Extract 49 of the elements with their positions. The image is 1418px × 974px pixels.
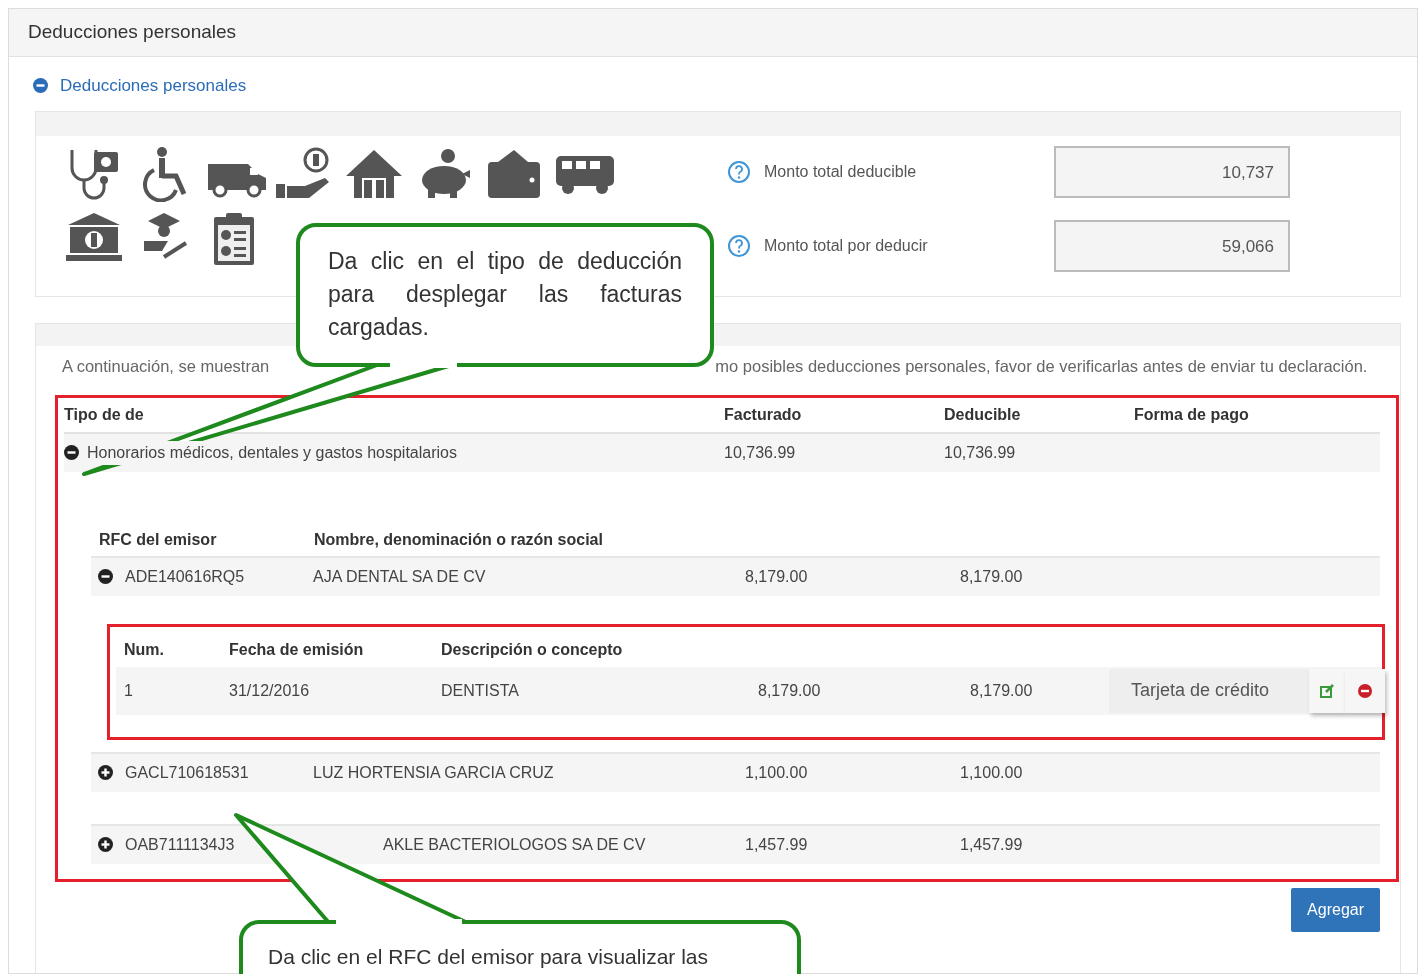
- help-icon[interactable]: [728, 234, 750, 257]
- callout-text: Da clic en el RFC del emisor para visualizar las: [268, 944, 708, 970]
- column-header: Deducible: [944, 404, 1022, 425]
- payment-method: Tarjeta de crédito: [1109, 668, 1309, 713]
- total-field: 59,066: [1054, 219, 1290, 272]
- table-cell-text: LUZ HORTENSIA GARCIA CRUZ: [313, 762, 555, 783]
- table-cell-text: 1,457.99: [960, 834, 1024, 855]
- table-cell-text: AKLE BACTERIOLOGOS SA DE CV: [382, 834, 647, 855]
- column-header: Nombre, denominación o razón social: [314, 529, 603, 550]
- panel-title: Deducciones personales: [9, 9, 1417, 57]
- intro-text: A continuación, se muestran: [62, 356, 270, 375]
- total-label: Monto total deducible: [764, 161, 918, 182]
- column-header: Forma de pago: [1134, 404, 1250, 425]
- column-header: Tipo de de: [64, 404, 145, 425]
- callout-text: Da clic en el tipo de deducción para desplegar las facturas cargadas.: [328, 247, 682, 342]
- issuer-rfc-link[interactable]: OAB7111134J3: [125, 832, 235, 857]
- collapse-icon[interactable]: [98, 569, 113, 584]
- table-cell-text: 1,100.00: [960, 762, 1024, 783]
- column-header: RFC del emisor: [99, 529, 218, 550]
- table-cell-text: 1,457.99: [745, 834, 809, 855]
- table-cell-text: DENTISTA: [441, 680, 520, 701]
- table-cell-text: 10,736.99: [724, 442, 797, 463]
- table-cell-text: 8,179.00: [970, 680, 1034, 701]
- expand-icon[interactable]: [98, 765, 113, 780]
- table-cell-text: 1,100.00: [745, 762, 809, 783]
- section-link[interactable]: Deducciones personales: [60, 73, 247, 99]
- issuer-rfc-link[interactable]: GACL710618531: [125, 760, 249, 785]
- deduction-type-link[interactable]: Honorarios médicos, dentales y gastos hospitalarios: [87, 440, 457, 465]
- column-header: Descripción o concepto: [441, 639, 624, 660]
- column-header: Facturado: [724, 404, 803, 425]
- column-header: Num.: [124, 639, 165, 660]
- table-cell-text: 31/12/2016: [229, 680, 311, 701]
- table-cell-text: 8,179.00: [745, 566, 809, 587]
- table-cell-text: 1: [124, 680, 134, 701]
- add-button[interactable]: Agregar: [1291, 887, 1380, 932]
- delete-icon[interactable]: [1345, 668, 1385, 713]
- table-cell-text: 8,179.00: [758, 680, 822, 701]
- table-cell-text: 8,179.00: [960, 566, 1024, 587]
- help-icon[interactable]: [728, 160, 750, 183]
- issuer-rfc-link[interactable]: ADE140616RQ5: [125, 564, 245, 589]
- column-header: Fecha de emisión: [229, 639, 365, 660]
- total-field: 10,737: [1054, 145, 1290, 198]
- table-cell-text: AJA DENTAL SA DE CV: [313, 566, 487, 587]
- expand-icon[interactable]: [98, 837, 113, 852]
- collapse-icon[interactable]: [64, 445, 79, 460]
- edit-icon[interactable]: [1309, 668, 1345, 713]
- intro-text: mo posibles deducciones personales, favor de verificarlas antes de enviar tu declaración.: [715, 356, 1368, 375]
- total-label: Monto total por deducir: [764, 235, 929, 256]
- table-cell-text: 10,736.99: [944, 442, 1017, 463]
